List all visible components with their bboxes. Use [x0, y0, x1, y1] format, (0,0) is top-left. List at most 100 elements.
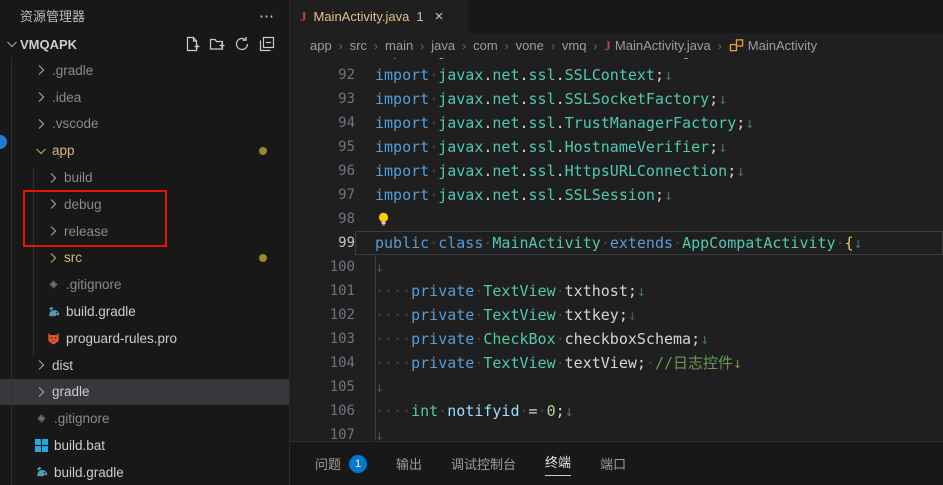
code-line[interactable]: 99public·class·MainActivity·extends·AppC…	[290, 231, 943, 255]
tree-item-.gradle[interactable]: .gradle	[0, 57, 289, 84]
breadcrumb-item[interactable]: src	[350, 38, 367, 53]
tree-item-.vscode[interactable]: .vscode	[0, 111, 289, 138]
chevron-right-icon	[33, 357, 49, 373]
line-number: 97	[290, 183, 355, 207]
tree-item-label: proguard-rules.pro	[66, 331, 177, 346]
problems-badge: 1	[349, 455, 367, 473]
project-root-row[interactable]: VMQAPK	[0, 31, 289, 57]
code-line[interactable]: 102····private·TextView·txtkey;↓	[290, 303, 943, 327]
new-file-icon[interactable]	[184, 36, 200, 52]
code-line[interactable]: 95import·javax.net.ssl.HostnameVerifier;…	[290, 135, 943, 159]
line-number: 104	[290, 351, 355, 375]
modified-dot	[259, 254, 267, 262]
tree-item-release[interactable]: release	[0, 218, 289, 245]
code-line[interactable]: 92import·javax.net.ssl.SSLContext;↓	[290, 63, 943, 87]
line-number: 98	[290, 207, 355, 231]
close-icon[interactable]: ×	[435, 8, 444, 25]
tree-item-label: .idea	[52, 90, 81, 105]
breadcrumb-item[interactable]: MainActivity	[729, 38, 817, 53]
java-file-icon: J	[300, 9, 307, 25]
breadcrumb-item[interactable]: vmq	[562, 38, 587, 53]
breadcrumb-item[interactable]: vone	[516, 38, 544, 53]
breadcrumb-item[interactable]: java	[431, 38, 455, 53]
explorer-sidebar: 资源管理器 ⋯ VMQAPK .gradle .idea .vscode app bui…	[0, 0, 290, 485]
tree-item-.gitignore[interactable]: .gitignore	[0, 271, 289, 298]
tree-item-debug[interactable]: debug	[0, 191, 289, 218]
code-line[interactable]: 106····int·notifyid·=·0;↓	[290, 399, 943, 423]
tree-item-proguard-rules.pro[interactable]: proguard-rules.pro	[0, 325, 289, 352]
code-line[interactable]: 103····private·CheckBox·checkboxSchema;↓	[290, 327, 943, 351]
tree-item-build.gradle[interactable]: build.gradle	[0, 298, 289, 325]
code-line[interactable]: 96import·javax.net.ssl.HttpsURLConnectio…	[290, 159, 943, 183]
code-line[interactable]: 100↓	[290, 255, 943, 279]
panel-tab-终端[interactable]: 终端	[545, 452, 571, 476]
panel-tab-端口[interactable]: 端口	[600, 454, 626, 473]
tree-item-label: src	[64, 250, 82, 265]
tree-item-label: gradle	[52, 384, 90, 399]
windows-icon	[33, 437, 50, 454]
java-icon: J	[604, 38, 611, 54]
tree-item-label: .gitignore	[66, 277, 122, 292]
more-actions-icon[interactable]: ⋯	[259, 7, 275, 25]
breadcrumb-item[interactable]: JMainActivity.java	[604, 38, 710, 54]
chevron-right-icon	[33, 116, 49, 132]
breadcrumb-separator: ›	[551, 39, 555, 53]
line-number: 103	[290, 327, 355, 351]
breadcrumb-item[interactable]: main	[385, 38, 413, 53]
chevron-right-icon	[45, 170, 61, 186]
tree-item-dist[interactable]: dist	[0, 352, 289, 379]
tab-title: MainActivity.java	[314, 9, 410, 24]
panel-tab-调试控制台[interactable]: 调试控制台	[451, 454, 516, 473]
code-editor[interactable]: import·javax.net.ssl.X509TrustManager;↓9…	[290, 58, 943, 441]
breadcrumb-separator: ›	[339, 39, 343, 53]
code-line[interactable]: 107↓	[290, 423, 943, 441]
code-line[interactable]: 97import·javax.net.ssl.SSLSession;↓	[290, 183, 943, 207]
tab-bar: J MainActivity.java 1 ×	[290, 0, 943, 33]
proguard-icon	[45, 330, 62, 347]
explorer-title: 资源管理器	[20, 6, 259, 25]
chevron-right-icon	[45, 223, 61, 239]
code-line[interactable]: 105↓	[290, 375, 943, 399]
line-number: 101	[290, 279, 355, 303]
panel-tab-输出[interactable]: 输出	[396, 454, 422, 473]
breadcrumb-separator: ›	[374, 39, 378, 53]
chevron-right-icon	[45, 196, 61, 212]
code-line[interactable]: 101····private·TextView·txthost;↓	[290, 279, 943, 303]
tree-item-build.bat[interactable]: build.bat	[0, 432, 289, 459]
tree-item-label: app	[52, 143, 75, 158]
tab-mainactivity[interactable]: J MainActivity.java 1 ×	[290, 0, 468, 33]
tree-item-app[interactable]: app	[0, 137, 289, 164]
tree-item-label: .gradle	[52, 63, 93, 78]
breadcrumb-item[interactable]: com	[473, 38, 498, 53]
tree-item-src[interactable]: src	[0, 245, 289, 272]
code-line[interactable]: 104····private·TextView·textView;·//日志控件…	[290, 351, 943, 375]
tree-item-build[interactable]: build	[0, 164, 289, 191]
breadcrumb-separator: ›	[593, 39, 597, 53]
tree-item-gradle[interactable]: gradle	[0, 379, 289, 406]
line-number: 105	[290, 375, 355, 399]
chevron-right-icon	[33, 89, 49, 105]
line-number: 106	[290, 399, 355, 423]
tree-item-build.gradle[interactable]: build.gradle	[0, 459, 289, 485]
tree-item-.gitignore[interactable]: .gitignore	[0, 405, 289, 432]
panel-tab-问题[interactable]: 问题1	[315, 454, 367, 473]
tree-item-label: debug	[64, 197, 102, 212]
code-line[interactable]: 94import·javax.net.ssl.TrustManagerFacto…	[290, 111, 943, 135]
tree-item-.idea[interactable]: .idea	[0, 84, 289, 111]
breadcrumb-separator: ›	[505, 39, 509, 53]
breadcrumb-separator: ›	[718, 39, 722, 53]
tree-item-label: dist	[52, 358, 73, 373]
editor-group: J MainActivity.java 1 × app › src › main › jav…	[290, 0, 943, 485]
vscode-window: 资源管理器 ⋯ VMQAPK .gradle .idea .vscode app bui…	[0, 0, 943, 485]
breadcrumb-item[interactable]: app	[310, 38, 332, 53]
code-line[interactable]: 93import·javax.net.ssl.SSLSocketFactory;…	[290, 87, 943, 111]
line-number: 96	[290, 159, 355, 183]
tab-badge: 1	[416, 9, 423, 24]
tree-item-label: build.gradle	[66, 304, 136, 319]
git-icon	[33, 410, 50, 427]
refresh-icon[interactable]	[234, 36, 250, 52]
new-folder-icon[interactable]	[209, 36, 225, 52]
code-line[interactable]: 98	[290, 207, 943, 231]
tree-item-label: .gitignore	[54, 411, 110, 426]
collapse-all-icon[interactable]	[259, 36, 275, 52]
